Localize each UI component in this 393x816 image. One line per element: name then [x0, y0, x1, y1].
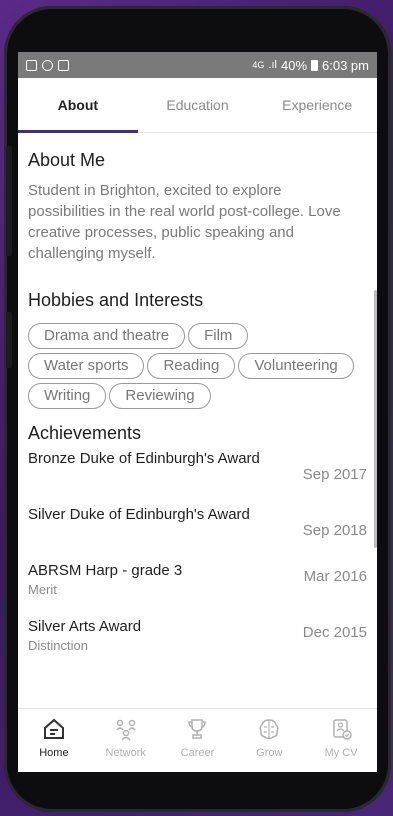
hobby-tag[interactable]: Reviewing	[109, 383, 211, 409]
achievement-subtitle: Distinction	[28, 638, 88, 653]
volume-button	[6, 146, 12, 256]
about-content: About Me Student in Brighton, excited to…	[18, 150, 377, 674]
screenshot-icon	[58, 59, 69, 71]
clock: 6:03 pm	[322, 57, 369, 73]
achievement-title: Bronze Duke of Edinburgh's Award	[28, 450, 260, 467]
achievements-list: Bronze Duke of Edinburgh's Award Sep 201…	[28, 450, 367, 674]
nav-network[interactable]: Network	[95, 717, 157, 759]
nav-grow[interactable]: Grow	[238, 717, 300, 759]
about-text: Student in Brighton, excited to explore …	[28, 182, 341, 262]
achievement-title: ABRSM Harp - grade 3	[28, 562, 183, 579]
about-heading: About Me	[28, 150, 106, 170]
nav-career[interactable]: Career	[166, 717, 228, 759]
network-icon	[116, 719, 136, 741]
achievement-date: Mar 2016	[303, 568, 367, 585]
nav-label: Home	[39, 747, 69, 759]
hobby-tag[interactable]: Water sports	[28, 353, 145, 379]
whatsapp-icon	[42, 59, 53, 71]
achievement-subtitle: Merit	[28, 582, 57, 597]
achievement-title: Silver Duke of Edinburgh's Award	[28, 506, 250, 523]
achievements-heading: Achievements	[28, 423, 142, 443]
achievement-item[interactable]: Silver Duke of Edinburgh's Award Sep 201…	[28, 506, 367, 562]
app-screen: 4G .ıl 40% 6:03 pm About Education Exper…	[18, 52, 377, 772]
bottom-navigation: Home Network Career Grow My CV	[18, 708, 377, 772]
hobby-tag[interactable]: Volunteering	[238, 353, 354, 379]
hobby-tags: Drama and theatre Film Water sports Read…	[28, 323, 367, 409]
tab-about[interactable]: About	[18, 78, 138, 133]
nav-label: Career	[180, 747, 215, 759]
achievement-item[interactable]: Bronze Duke of Edinburgh's Award Sep 201…	[28, 450, 367, 506]
nav-label: Grow	[256, 747, 283, 759]
achievement-date: Sep 2018	[302, 522, 367, 539]
gmail-icon	[26, 59, 37, 71]
phone-frame: 4G .ıl 40% 6:03 pm About Education Exper…	[4, 6, 391, 812]
hobby-tag[interactable]: Writing	[28, 383, 107, 409]
trophy-icon	[188, 719, 207, 739]
battery-icon	[311, 59, 319, 71]
achievement-date: Sep 2017	[302, 466, 367, 483]
achievement-date: Dec 2015	[302, 624, 367, 641]
power-button	[6, 312, 12, 368]
hobby-tag[interactable]: Reading	[147, 353, 236, 379]
achievement-title: Silver Arts Award	[28, 618, 142, 635]
tab-experience[interactable]: Experience	[257, 78, 377, 132]
signal-icon: .ıl	[268, 59, 277, 71]
nav-label: My CV	[324, 747, 358, 759]
hobby-tag[interactable]: Drama and theatre	[28, 323, 186, 349]
status-bar: 4G .ıl 40% 6:03 pm	[18, 52, 377, 78]
achievement-item[interactable]: Silver Arts Award Distinction Dec 2015	[28, 618, 367, 674]
cv-icon	[333, 719, 352, 740]
battery-percent: 40%	[280, 57, 308, 73]
hobby-tag[interactable]: Film	[188, 323, 249, 349]
nav-home[interactable]: Home	[23, 717, 85, 759]
nav-my-cv[interactable]: My CV	[310, 717, 372, 759]
hobbies-heading: Hobbies and Interests	[28, 290, 204, 310]
achievement-item[interactable]: ABRSM Harp - grade 3 Merit Mar 2016	[28, 562, 367, 618]
nav-label: Network	[105, 747, 146, 759]
tab-education[interactable]: Education	[138, 78, 258, 132]
network-type: 4G	[252, 60, 265, 70]
brain-icon	[259, 719, 279, 740]
phone-chin	[18, 772, 377, 790]
home-icon	[43, 718, 64, 739]
profile-tabs: About Education Experience	[18, 78, 377, 133]
